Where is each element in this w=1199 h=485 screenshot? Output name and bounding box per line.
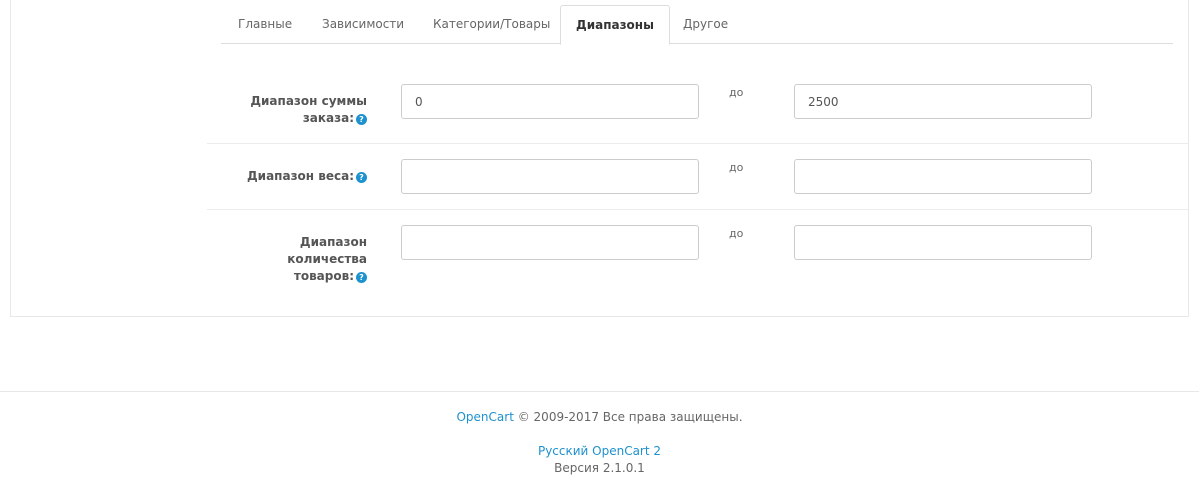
footer-copyright: OpenCart © 2009-2017 Все права защищены. <box>0 410 1199 424</box>
quantity-range-label-line-2: количества <box>287 252 367 266</box>
footer-localization: Русский OpenCart 2 <box>0 444 1199 458</box>
help-icon[interactable]: ? <box>356 272 367 283</box>
order-total-range-label-line-2: заказа: <box>302 111 354 125</box>
tab-other[interactable]: Другое <box>683 5 728 44</box>
order-total-from-input[interactable] <box>401 84 699 119</box>
russian-opencart-link[interactable]: Русский OpenCart 2 <box>538 444 661 458</box>
weight-range-label-line-1: Диапазон веса: <box>246 169 354 183</box>
order-total-range-label: Диапазон суммы заказа:? <box>250 93 367 127</box>
help-icon[interactable]: ? <box>356 114 367 125</box>
weight-range-label: Диапазон веса:? <box>247 168 367 185</box>
tab-general[interactable]: Главные <box>238 5 292 44</box>
row-divider <box>207 209 1189 210</box>
weight-to-label: до <box>729 161 744 174</box>
help-icon[interactable]: ? <box>356 172 367 183</box>
tab-dependencies[interactable]: Зависимости <box>322 5 404 44</box>
order-total-range-label-line-1: Диапазон суммы <box>250 94 367 108</box>
quantity-range-label-line-1: Диапазон <box>299 235 367 249</box>
order-total-to-label: до <box>729 86 744 99</box>
tab-bar: Главные Зависимости Категории/Товары Диа… <box>221 5 1173 45</box>
weight-from-input[interactable] <box>401 159 699 194</box>
row-divider <box>207 143 1189 144</box>
tab-ranges[interactable]: Диапазоны <box>560 5 670 45</box>
quantity-range-label-line-3: товаров: <box>293 269 354 283</box>
order-total-to-input[interactable] <box>794 84 1092 119</box>
quantity-to-input[interactable] <box>794 225 1092 260</box>
tab-categories-products[interactable]: Категории/Товары <box>433 5 550 44</box>
footer-divider <box>0 391 1199 392</box>
quantity-to-label: до <box>729 227 744 240</box>
quantity-from-input[interactable] <box>401 225 699 260</box>
quantity-range-label: Диапазон количества товаров:? <box>287 234 367 285</box>
opencart-link[interactable]: OpenCart <box>456 410 513 424</box>
footer-version: Версия 2.1.0.1 <box>554 461 645 475</box>
weight-to-input[interactable] <box>794 159 1092 194</box>
copyright-text: © 2009-2017 Все права защищены. <box>517 410 743 424</box>
